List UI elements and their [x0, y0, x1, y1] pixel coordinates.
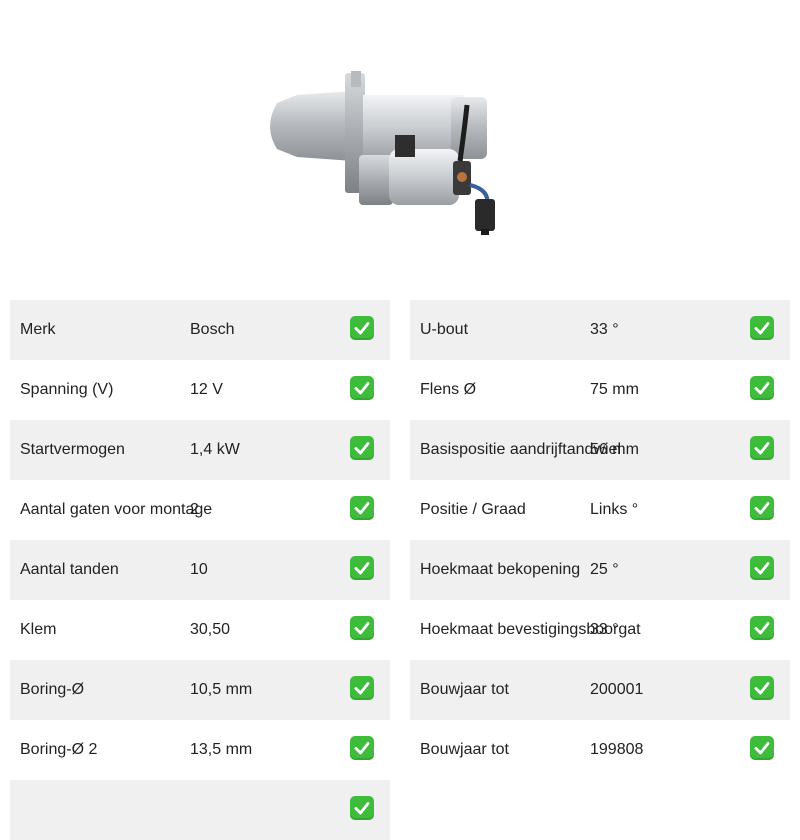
check-icon — [350, 556, 374, 580]
check-icon — [350, 316, 374, 340]
spec-value: 30,50 — [190, 621, 231, 638]
spec-row-hoekmaat-bekopening: Hoekmaat bekopening 25 ° — [410, 540, 790, 600]
spec-value: Bosch — [190, 321, 235, 338]
check-icon — [350, 616, 374, 640]
spec-table-left: Merk Bosch Spanning (V) 12 V Startvermog… — [10, 300, 390, 840]
spec-value: 13,5 mm — [190, 741, 253, 758]
spec-label: Bouwjaar tot — [420, 681, 509, 698]
check-icon — [750, 736, 774, 760]
spec-row-merk: Merk Bosch — [10, 300, 390, 360]
spec-row-spanning: Spanning (V) 12 V — [10, 360, 390, 420]
spec-label: Positie / Graad — [420, 501, 526, 518]
check-icon — [350, 436, 374, 460]
check-icon — [750, 676, 774, 700]
spec-label: Flens Ø — [420, 381, 477, 398]
starter-motor-image — [255, 65, 505, 240]
check-icon — [350, 676, 374, 700]
check-icon — [750, 556, 774, 580]
spec-row-aantal-gaten: Aantal gaten voor montage 2 — [10, 480, 390, 540]
spec-label: Aantal gaten voor montage — [20, 501, 213, 518]
spec-label: Boring-Ø 2 — [20, 741, 98, 758]
spec-table-right: U-bout 33 ° Flens Ø 75 mm Basispositie a… — [410, 300, 790, 780]
spec-row-startvermogen: Startvermogen 1,4 kW — [10, 420, 390, 480]
spec-label: Merk — [20, 321, 56, 338]
spec-value: 75 mm — [590, 381, 639, 398]
check-icon — [750, 436, 774, 460]
spec-label: Startvermogen — [20, 441, 125, 458]
spec-label: Aantal tanden — [20, 561, 119, 578]
spec-label: Hoekmaat bekopening — [420, 561, 581, 578]
spec-row-boring: Boring-Ø 10,5 mm — [10, 660, 390, 720]
spec-row-hoekmaat-bevestigingsboorgat: Hoekmaat bevestigingsboorgat 33 ° — [410, 600, 790, 660]
spec-value: 2 — [190, 501, 199, 518]
spec-value: 33 ° — [590, 321, 619, 338]
check-icon — [350, 736, 374, 760]
spec-row-u-bout: U-bout 33 ° — [410, 300, 790, 360]
spec-label: Bouwjaar tot — [420, 741, 509, 758]
spec-value: 12 V — [190, 381, 223, 398]
spec-label: Boring-Ø — [20, 681, 85, 698]
spec-value: 33 ° — [590, 621, 619, 638]
spec-value: 10,5 mm — [190, 681, 253, 698]
spec-row-boring-2: Boring-Ø 2 13,5 mm — [10, 720, 390, 780]
spec-row-positie: Positie / Graad Links ° — [410, 480, 790, 540]
spec-row-bouwjaar-tot-1: Bouwjaar tot 200001 — [410, 660, 790, 720]
spec-row-aantal-tanden: Aantal tanden 10 — [10, 540, 390, 600]
check-icon — [350, 496, 374, 520]
spec-value: 199808 — [590, 741, 644, 758]
spec-value: 56 mm — [590, 441, 639, 458]
spec-row-flens: Flens Ø 75 mm — [410, 360, 790, 420]
spec-value: 10 — [190, 561, 208, 578]
check-icon — [750, 376, 774, 400]
spec-value: 200001 — [590, 681, 644, 698]
spec-label: Spanning (V) — [20, 381, 114, 398]
spec-value: Links ° — [590, 501, 639, 518]
check-icon — [750, 316, 774, 340]
spec-label: U-bout — [420, 321, 469, 338]
spec-value: 1,4 kW — [190, 441, 240, 458]
spec-row-partial — [10, 780, 390, 840]
check-icon — [750, 616, 774, 640]
check-icon — [350, 376, 374, 400]
spec-row-klem: Klem 30,50 — [10, 600, 390, 660]
spec-value: 25 ° — [590, 561, 619, 578]
spec-row-basispositie: Basispositie aandrijftandwiel 56 mm — [410, 420, 790, 480]
spec-row-bouwjaar-tot-2: Bouwjaar tot 199808 — [410, 720, 790, 780]
check-icon — [750, 496, 774, 520]
spec-label: Klem — [20, 621, 57, 638]
